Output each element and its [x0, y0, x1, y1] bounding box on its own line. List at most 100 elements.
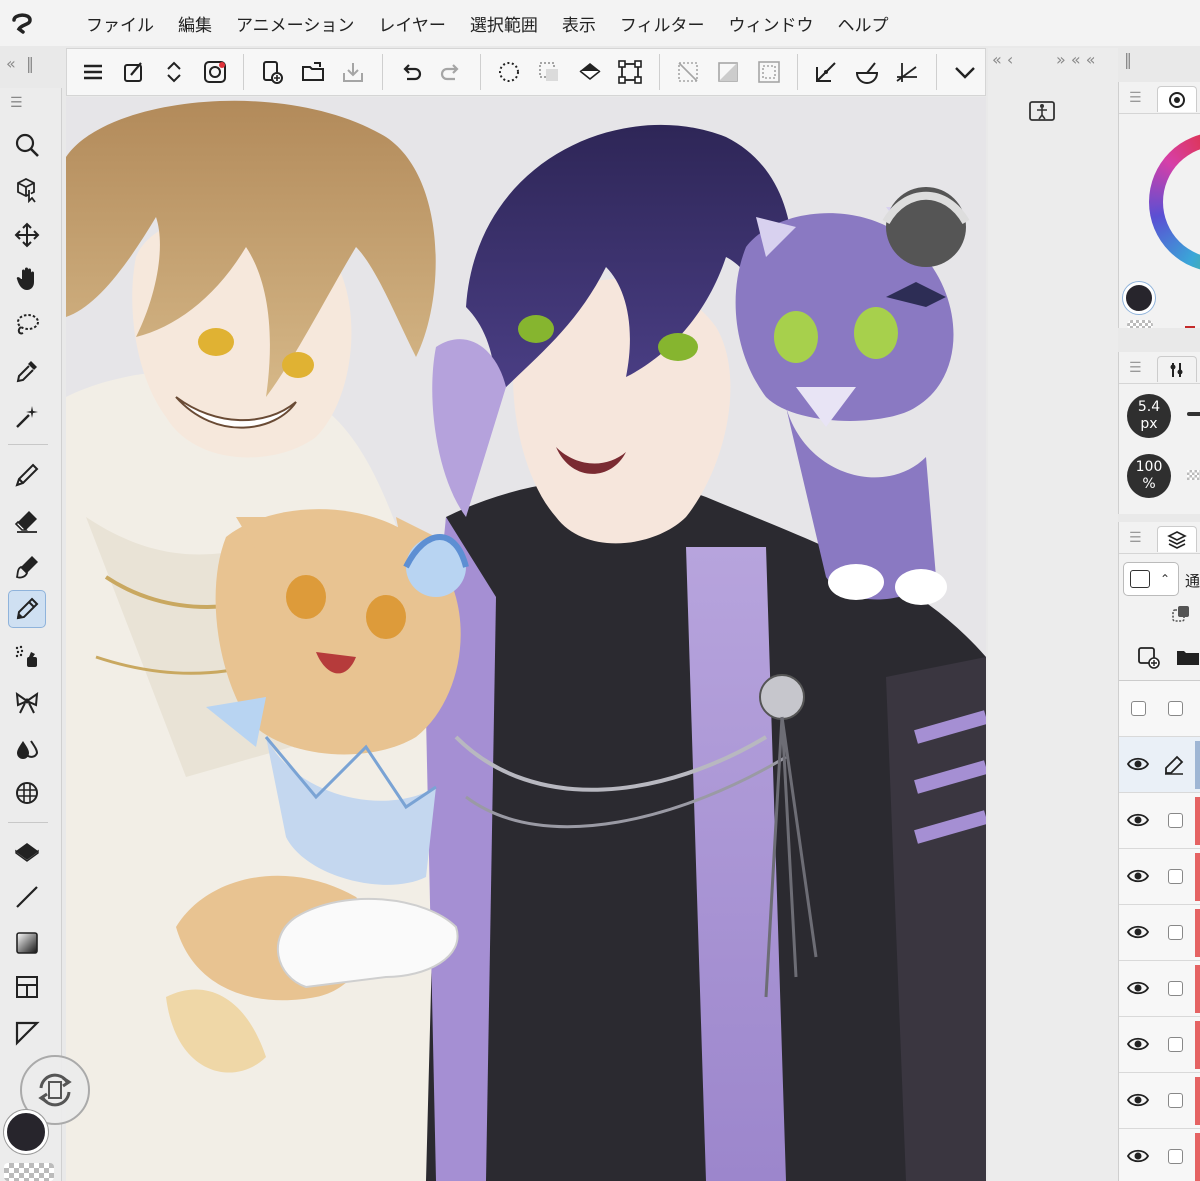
layer-row[interactable]: [1119, 961, 1200, 1017]
3d-figure-icon[interactable]: [1028, 96, 1056, 124]
brush-size-slider[interactable]: [1187, 412, 1200, 416]
new-layer-icon[interactable]: [1137, 646, 1161, 670]
clear-icon[interactable]: [671, 54, 706, 90]
move-icon[interactable]: [8, 216, 46, 254]
clear-outside-icon[interactable]: [711, 54, 746, 90]
pen-icon[interactable]: [8, 456, 46, 494]
redo-icon[interactable]: [434, 54, 469, 90]
dock-grip-icon[interactable]: ‖: [1124, 50, 1132, 69]
layer-row[interactable]: [1119, 1129, 1200, 1181]
layer-row[interactable]: [1119, 849, 1200, 905]
collapse-left-icon[interactable]: « ‖: [0, 50, 40, 76]
eraser-icon[interactable]: [8, 502, 46, 540]
line-icon[interactable]: [8, 878, 46, 916]
menu-layer[interactable]: レイヤー: [378, 11, 446, 36]
layer-lock-checkbox[interactable]: [1168, 869, 1183, 884]
text-triangle-icon[interactable]: [8, 1014, 46, 1052]
eye-icon[interactable]: [1126, 1147, 1150, 1165]
layer-row[interactable]: [1119, 737, 1200, 793]
app-logo-icon[interactable]: [0, 0, 44, 46]
eye-icon[interactable]: [1126, 755, 1150, 773]
eye-icon[interactable]: [1126, 923, 1150, 941]
undo-icon[interactable]: [394, 54, 429, 90]
fill-icon[interactable]: [8, 834, 46, 872]
new-folder-icon[interactable]: [1175, 646, 1200, 670]
object-icon[interactable]: [8, 170, 46, 208]
color-wheel[interactable]: [1149, 132, 1200, 272]
menu-file[interactable]: ファイル: [86, 11, 154, 36]
layer-tab-icon[interactable]: [1157, 526, 1197, 552]
drawing-canvas[interactable]: [66, 97, 986, 1181]
menu-filter[interactable]: フィルター: [620, 11, 705, 36]
layer-lock-checkbox[interactable]: [1168, 1037, 1183, 1052]
menu-icon[interactable]: [76, 54, 111, 90]
ruler-snap-icon[interactable]: [809, 54, 844, 90]
current-color-swatch[interactable]: [1123, 282, 1155, 314]
menu-help[interactable]: ヘルプ: [838, 11, 889, 36]
copy-layer-icon[interactable]: [1171, 604, 1191, 624]
menu-window[interactable]: ウィンドウ: [729, 11, 814, 36]
more-chevron-icon[interactable]: [948, 54, 983, 90]
grid-icon[interactable]: [8, 774, 46, 812]
fill-icon[interactable]: [573, 54, 608, 90]
hand-icon[interactable]: [8, 260, 46, 298]
tool-property-tab-icon[interactable]: [1157, 356, 1197, 382]
menu-bar: ファイル 編集 アニメーション レイヤー 選択範囲 表示 フィルター ウィンドウ…: [0, 0, 1200, 46]
new-canvas-icon[interactable]: [117, 54, 152, 90]
layer-lock-checkbox[interactable]: [1168, 925, 1183, 940]
gradient-icon[interactable]: [8, 924, 46, 962]
transform-icon[interactable]: [613, 54, 648, 90]
layer-lock-checkbox[interactable]: [1168, 981, 1183, 996]
select-all-icon[interactable]: [492, 54, 527, 90]
layer-lock-checkbox[interactable]: [1168, 1093, 1183, 1108]
decoration-icon[interactable]: [8, 684, 46, 722]
transparent-color-icon[interactable]: [1127, 320, 1153, 328]
eye-icon[interactable]: [1126, 1091, 1150, 1109]
scroll-icon[interactable]: [157, 54, 192, 90]
layer-row[interactable]: [1119, 1017, 1200, 1073]
brush-icon[interactable]: [8, 548, 46, 586]
wand-icon[interactable]: [8, 398, 46, 436]
eyedropper-icon[interactable]: [8, 352, 46, 390]
brush-opacity-badge[interactable]: 100 %: [1127, 454, 1171, 498]
special-ruler-icon[interactable]: [850, 54, 885, 90]
layer-lock-checkbox[interactable]: [1168, 701, 1183, 716]
zoom-icon[interactable]: [8, 126, 46, 164]
collapse-dock-icon[interactable]: « ‹: [992, 50, 1013, 69]
blend-icon[interactable]: [8, 730, 46, 768]
new-file-icon[interactable]: [255, 54, 290, 90]
frame-icon[interactable]: [8, 968, 46, 1006]
menu-edit[interactable]: 編集: [178, 11, 212, 36]
main-color-swatch[interactable]: [4, 1110, 48, 1154]
layer-row[interactable]: [1119, 1073, 1200, 1129]
layer-row[interactable]: [1119, 681, 1200, 737]
layer-row[interactable]: [1119, 905, 1200, 961]
open-folder-icon[interactable]: [296, 54, 331, 90]
menu-view[interactable]: 表示: [562, 11, 596, 36]
layer-lock-checkbox[interactable]: [1168, 813, 1183, 828]
expand-dock-icon[interactable]: » « «: [1056, 50, 1096, 69]
eye-icon[interactable]: [1126, 1035, 1150, 1053]
menu-selection[interactable]: 選択範囲: [470, 11, 538, 36]
palette-handle-icon[interactable]: ☰: [0, 88, 61, 118]
save-icon[interactable]: [336, 54, 371, 90]
marker-icon[interactable]: [8, 590, 46, 628]
show-selection-icon[interactable]: [752, 54, 787, 90]
blend-mode-select[interactable]: ⌃: [1123, 562, 1179, 596]
layer-lock-checkbox[interactable]: [1168, 1149, 1183, 1164]
eye-icon[interactable]: [1126, 867, 1150, 885]
menu-animation[interactable]: アニメーション: [236, 11, 354, 36]
cloud-icon[interactable]: [198, 54, 233, 90]
grid-snap-icon[interactable]: [890, 54, 925, 90]
lasso-icon[interactable]: [8, 306, 46, 344]
color-wheel-tab-icon[interactable]: [1157, 86, 1197, 112]
layer-row[interactable]: [1119, 793, 1200, 849]
brush-size-badge[interactable]: 5.4 px: [1127, 394, 1171, 438]
transparent-color-swatch[interactable]: [4, 1163, 54, 1181]
visibility-checkbox[interactable]: [1127, 699, 1149, 717]
red-color-swatch[interactable]: [1185, 326, 1195, 328]
eye-icon[interactable]: [1126, 811, 1150, 829]
eye-icon[interactable]: [1126, 979, 1150, 997]
deselect-icon[interactable]: [532, 54, 567, 90]
airbrush-icon[interactable]: [8, 638, 46, 676]
